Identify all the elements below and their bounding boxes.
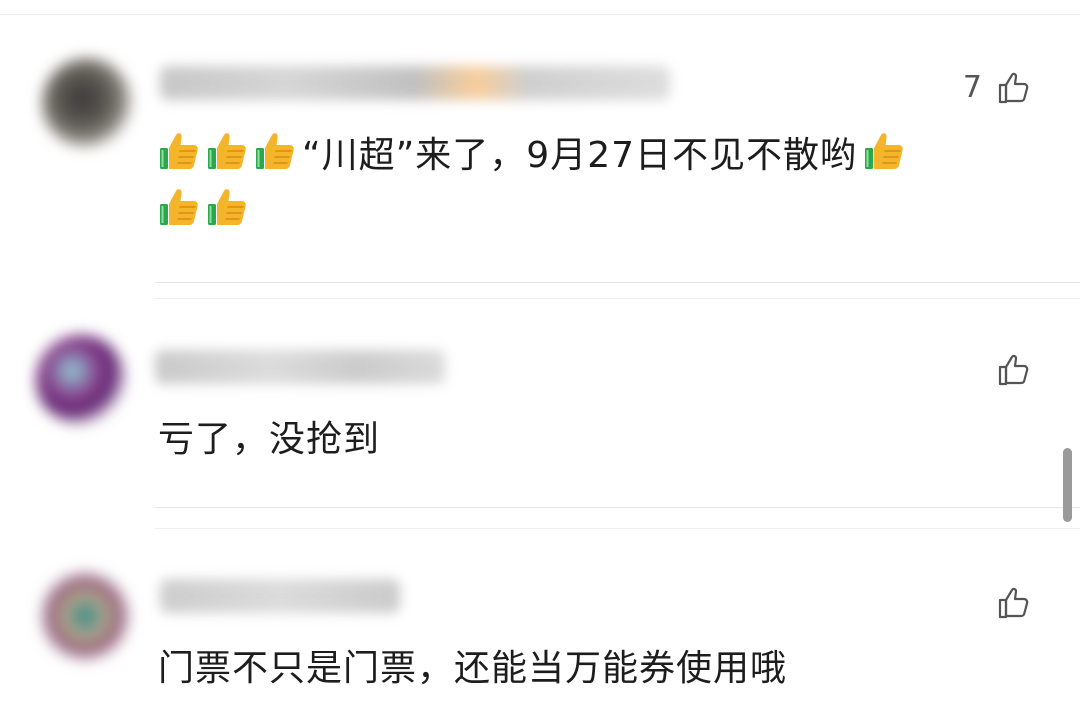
comment-text: “川超”来了，9月27日不见不散哟 — [158, 128, 1018, 240]
comment-text: 门票不只是门票，还能当万能券使用哦 — [158, 648, 788, 689]
thumbs-up-emoji-icon — [863, 129, 907, 173]
comment-text: 亏了，没抢到 — [158, 419, 381, 460]
avatar[interactable] — [40, 571, 130, 661]
comment-divider — [155, 507, 1080, 508]
like-count: 7 — [962, 70, 982, 105]
like-button[interactable] — [996, 585, 1032, 621]
username-blurred[interactable] — [155, 350, 445, 384]
thumb-up-outline-icon — [996, 352, 1032, 388]
thumbs-up-emoji-icon — [206, 129, 250, 173]
comment-text-body: “川超”来了，9月27日不见不散哟 — [302, 135, 858, 176]
username-blurred[interactable] — [160, 579, 400, 613]
avatar[interactable] — [42, 58, 132, 148]
scrollbar-thumb[interactable] — [1063, 448, 1072, 522]
thumb-up-outline-icon — [996, 70, 1032, 106]
comment-divider — [155, 282, 1080, 283]
comment-item: 亏了，没抢到 — [0, 320, 1080, 520]
like-button[interactable] — [996, 352, 1032, 388]
comment-item: 7 “川超”来了，9月27日不见不散哟 — [0, 40, 1080, 290]
top-divider — [0, 14, 1080, 15]
username-blurred[interactable] — [160, 66, 670, 100]
comment-list: 7 “川超”来了，9月27日不见不散哟 亏了，没抢到 门票不只是门票，还能当万能… — [0, 0, 1080, 724]
thumbs-up-emoji-icon — [206, 185, 250, 229]
comment-divider — [155, 298, 1080, 299]
thumbs-up-emoji-icon — [158, 185, 202, 229]
thumb-up-outline-icon — [996, 585, 1032, 621]
comment-divider — [155, 528, 1080, 529]
like-button[interactable]: 7 — [963, 68, 1032, 108]
thumbs-up-emoji-icon — [254, 129, 298, 173]
thumbs-up-emoji-icon — [158, 129, 202, 173]
avatar[interactable] — [36, 335, 126, 425]
comment-item: 门票不只是门票，还能当万能券使用哦 — [0, 555, 1080, 724]
